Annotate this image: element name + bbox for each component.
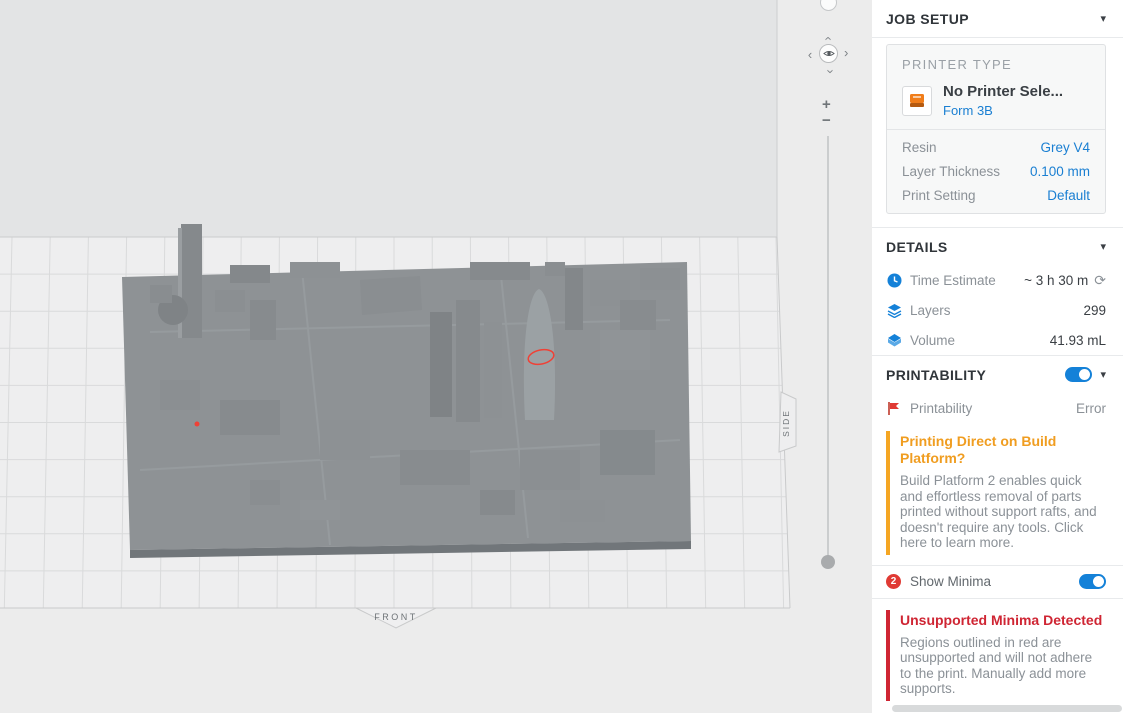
job-setup-title: JOB SETUP bbox=[886, 10, 969, 27]
rotate-left-button[interactable]: ‹ bbox=[803, 47, 817, 61]
resin-row: Resin Grey V4 bbox=[902, 135, 1090, 159]
build-volume-backwall bbox=[0, 0, 777, 237]
printer-model-link[interactable]: Form 3B bbox=[943, 103, 1063, 118]
printer-type-label: PRINTER TYPE bbox=[902, 57, 1012, 72]
tip-title: Printing Direct on Build Platform? bbox=[900, 433, 1057, 466]
rotate-down-button[interactable]: ‹ bbox=[821, 64, 837, 78]
printer-icon bbox=[902, 85, 932, 116]
layer-thickness-label: Layer Thickness bbox=[902, 163, 1001, 179]
flag-icon bbox=[886, 401, 902, 416]
layers-row: Layers 299 bbox=[872, 295, 1123, 325]
section-header-printability[interactable]: PRINTABILITY ▾ bbox=[872, 355, 1123, 393]
clock-icon bbox=[886, 273, 902, 288]
show-minima-row: 2 Show Minima bbox=[872, 564, 1123, 599]
alert-title: Unsupported Minima Detected bbox=[900, 611, 1103, 628]
details-title: DETAILS bbox=[886, 238, 948, 255]
caret-down-icon: ▾ bbox=[1100, 241, 1106, 253]
time-estimate-value: ~ 3 h 30 m bbox=[1024, 272, 1089, 288]
horizontal-scrollbar[interactable] bbox=[892, 705, 1122, 712]
printability-toggle[interactable] bbox=[1065, 367, 1093, 382]
minima-alert: Unsupported Minima Detected Regions outl… bbox=[886, 609, 1106, 701]
build-platform-tip: Printing Direct on Build Platform? Build… bbox=[886, 431, 1106, 555]
time-estimate-row: Time Estimate ~ 3 h 30 m ⟳ bbox=[872, 265, 1123, 295]
volume-row: Volume 41.93 mL bbox=[872, 325, 1123, 355]
section-header-job-setup[interactable]: JOB SETUP ▾ bbox=[872, 0, 1123, 38]
resin-value[interactable]: Grey V4 bbox=[1040, 140, 1090, 155]
card-divider bbox=[887, 129, 1105, 130]
zoom-slider-track[interactable] bbox=[827, 136, 829, 556]
viewport-3d[interactable]: SIDE FRONT ‹ ‹ ‹ ‹ + − bbox=[0, 0, 872, 713]
refresh-icon[interactable]: ⟳ bbox=[1094, 272, 1106, 289]
build-platform-scene: SIDE FRONT bbox=[0, 0, 872, 713]
layers-icon bbox=[886, 303, 902, 318]
zoom-slider-handle[interactable] bbox=[821, 555, 835, 569]
volume-icon bbox=[886, 333, 902, 348]
show-minima-label: Show Minima bbox=[910, 574, 992, 589]
layers-value: 299 bbox=[1083, 302, 1106, 318]
layer-thickness-value[interactable]: 0.100 mm bbox=[1030, 164, 1090, 179]
volume-value: 41.93 mL bbox=[1049, 332, 1106, 348]
rotate-up-button[interactable]: ‹ bbox=[821, 31, 837, 45]
printability-label: Printability bbox=[910, 400, 973, 416]
caret-down-icon: ▾ bbox=[1100, 13, 1106, 25]
print-setting-label: Print Setting bbox=[902, 187, 976, 203]
chevron-up-icon: ‹ bbox=[821, 35, 837, 41]
printability-value: Error bbox=[1076, 400, 1106, 416]
preform-app: SIDE FRONT ‹ ‹ ‹ ‹ + − JOB SETUP ▾ PRINT… bbox=[0, 0, 1123, 713]
show-minima-toggle[interactable] bbox=[1079, 574, 1106, 589]
chevron-right-icon: ‹ bbox=[843, 46, 849, 62]
zoom-in-button[interactable]: + bbox=[822, 97, 831, 112]
eye-icon bbox=[822, 51, 835, 56]
printability-title: PRINTABILITY bbox=[886, 366, 987, 383]
time-estimate-label: Time Estimate bbox=[910, 272, 996, 288]
caret-down-icon: ▾ bbox=[1100, 369, 1106, 381]
section-header-details[interactable]: DETAILS ▾ bbox=[872, 227, 1123, 265]
volume-label: Volume bbox=[910, 332, 956, 348]
alert-body-text: Regions outlined in red are unsupported … bbox=[900, 634, 1093, 697]
print-setting-value[interactable]: Default bbox=[1047, 188, 1090, 203]
minima-count-badge: 2 bbox=[886, 574, 901, 589]
view-home-button[interactable] bbox=[819, 44, 838, 63]
chevron-left-icon: ‹ bbox=[807, 46, 813, 62]
printability-row: Printability Error bbox=[872, 393, 1123, 423]
front-label: FRONT bbox=[374, 612, 418, 622]
job-setup-panel: JOB SETUP ▾ PRINTER TYPE No Printer Sele… bbox=[872, 0, 1123, 713]
layer-thickness-row: Layer Thickness 0.100 mm bbox=[902, 159, 1090, 183]
unsupported-minima-dot bbox=[194, 421, 200, 427]
layers-label: Layers bbox=[910, 302, 951, 318]
print-setting-row: Print Setting Default bbox=[902, 183, 1090, 207]
chevron-down-icon: ‹ bbox=[821, 68, 837, 74]
rotate-right-button[interactable]: ‹ bbox=[839, 46, 853, 62]
printer-name: No Printer Sele... bbox=[943, 83, 1064, 100]
zoom-out-button[interactable]: − bbox=[822, 113, 831, 128]
side-label: SIDE bbox=[781, 409, 791, 437]
resin-label: Resin bbox=[902, 139, 937, 155]
printer-card[interactable]: PRINTER TYPE No Printer Sele... Form 3B … bbox=[886, 44, 1106, 214]
